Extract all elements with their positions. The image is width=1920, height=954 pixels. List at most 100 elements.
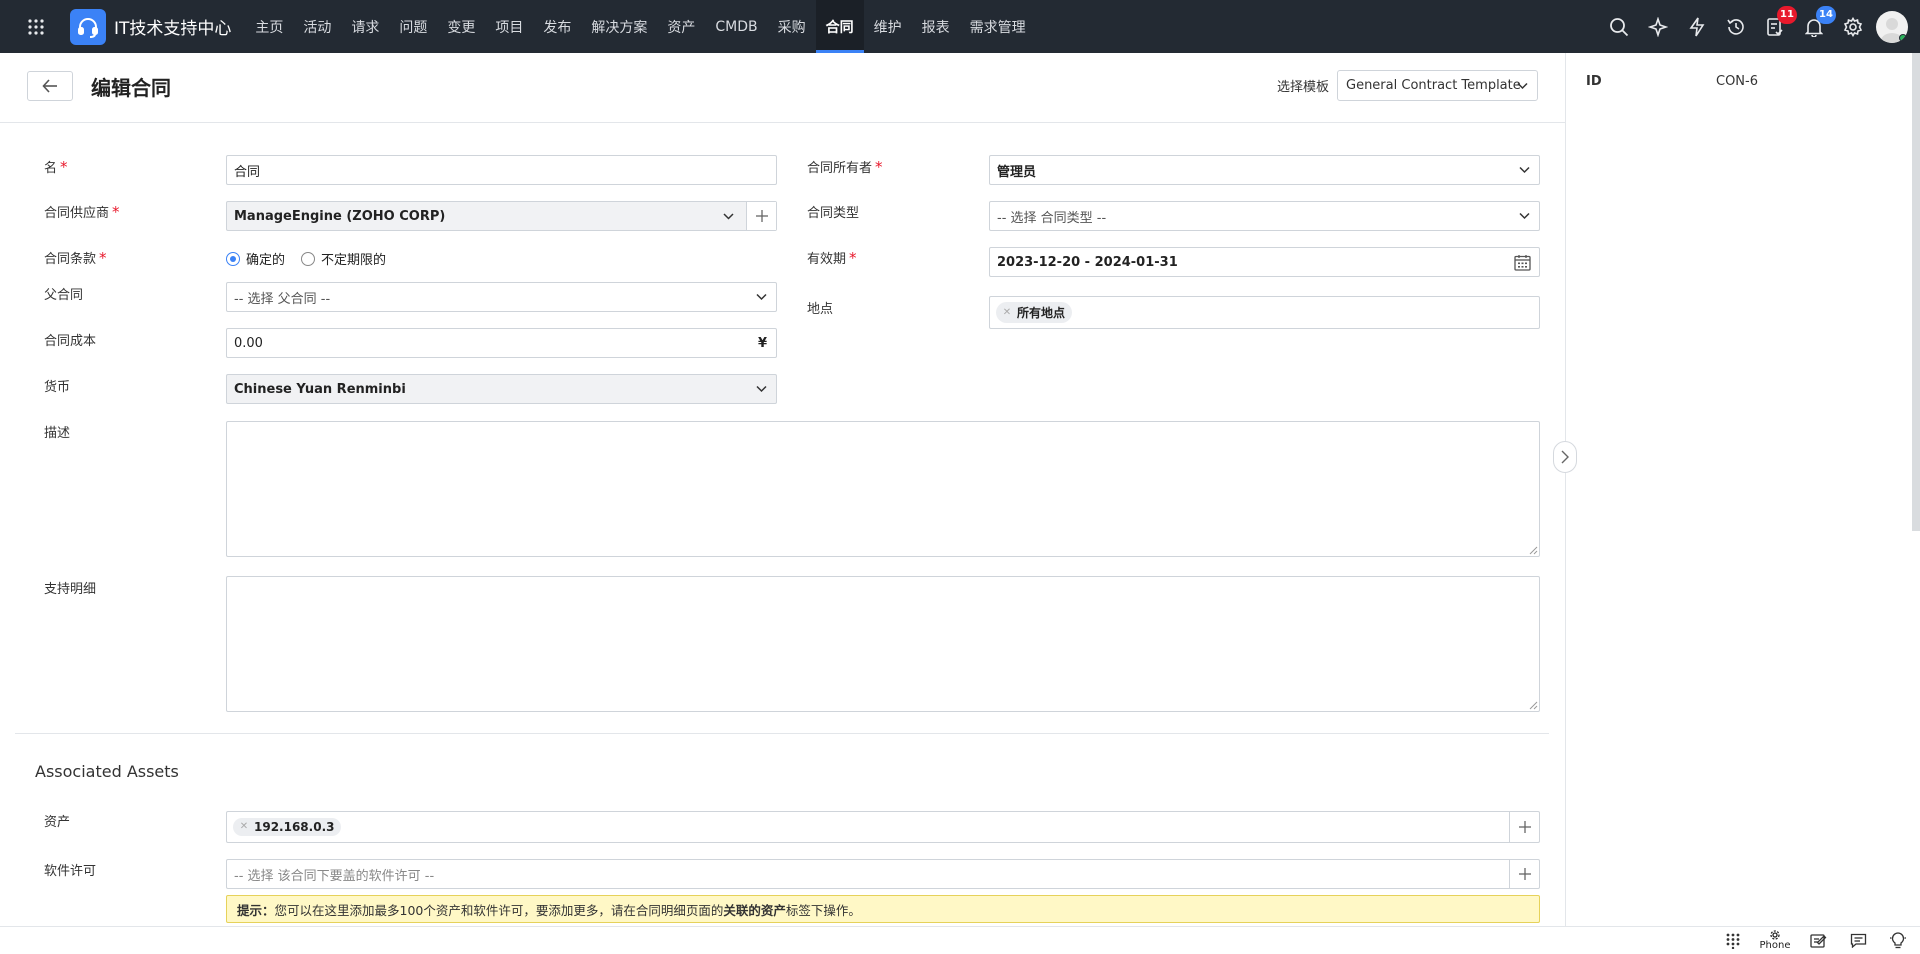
history-icon[interactable]: [1716, 0, 1755, 53]
site-chip: ✕ 所有地点: [996, 302, 1073, 323]
site-label: 地点: [807, 302, 834, 317]
top-navigation-bar: IT技术支持中心 主页 活动 请求 问题 变更 项目 发布 解决方案 资产 CM…: [0, 0, 1920, 53]
nav-tab-problems[interactable]: 问题: [389, 0, 437, 53]
apps-grid-icon[interactable]: [18, 0, 54, 53]
asset-chip: ✕ 192.168.0.3: [233, 818, 342, 836]
avatar[interactable]: [1876, 10, 1908, 43]
section-divider: [15, 733, 1549, 734]
plus-icon: [755, 210, 768, 222]
id-label: ID: [1586, 74, 1602, 89]
vendor-label: 合同供应商 *: [44, 203, 120, 221]
phone-label: Phone: [1759, 940, 1791, 951]
description-textarea[interactable]: [226, 421, 1540, 557]
phone-button[interactable]: Phone: [1753, 927, 1797, 954]
chevron-down-icon: [723, 213, 734, 220]
nav-tab-purchase[interactable]: 采购: [768, 0, 816, 53]
chevron-down-icon: [756, 385, 767, 393]
owner-select[interactable]: 管理员: [989, 155, 1540, 185]
main-nav: 主页 活动 请求 问题 变更 项目 发布 解决方案 资产 CMDB 采购 合同 …: [245, 0, 1035, 53]
parent-contract-label: 父合同: [44, 288, 84, 303]
toggle-side-panel-button[interactable]: [1553, 441, 1577, 473]
gear-icon[interactable]: [1833, 0, 1872, 53]
parent-contract-select[interactable]: -- 选择 父合同 --: [226, 282, 777, 312]
bottom-toolbar: Phone: [0, 926, 1920, 953]
remove-chip-icon[interactable]: ✕: [238, 821, 250, 833]
bell-icon[interactable]: 14: [1794, 0, 1836, 53]
remove-chip-icon[interactable]: ✕: [1001, 307, 1013, 319]
name-label: 名 *: [44, 158, 68, 176]
currency-symbol: ¥: [757, 335, 767, 351]
asset-label: 资产: [44, 815, 71, 830]
chat-icon[interactable]: [1845, 927, 1871, 954]
contract-type-select[interactable]: -- 选择 合同类型 --: [989, 201, 1540, 231]
ai-sparkle-icon[interactable]: [1638, 0, 1677, 53]
name-field[interactable]: 合同: [226, 155, 777, 185]
lightbulb-icon[interactable]: [1885, 927, 1911, 954]
id-value: CON-6: [1716, 74, 1758, 89]
helpdesk-logo-icon[interactable]: [70, 8, 106, 45]
hint-banner: 提示： 您可以在这里添加最多100个资产和软件许可，要添加更多，请在合同明细页面的…: [226, 895, 1540, 923]
vendor-select[interactable]: ManageEngine (ZOHO CORP): [226, 201, 777, 231]
cost-field[interactable]: 0.00 ¥: [226, 328, 777, 358]
lightning-icon[interactable]: [1677, 0, 1716, 53]
template-select-value: General Contract Template: [1346, 78, 1521, 93]
site-multiselect[interactable]: ✕ 所有地点: [989, 296, 1540, 329]
terms-radio-group: 确定的 不定期限的: [226, 249, 402, 268]
scrollbar[interactable]: [1912, 53, 1920, 531]
asset-multiselect[interactable]: ✕ 192.168.0.3: [226, 811, 1540, 843]
terms-fixed-radio[interactable]: 确定的: [226, 249, 285, 268]
cost-label: 合同成本: [44, 334, 97, 349]
template-label: 选择模板: [1277, 80, 1330, 95]
add-license-button[interactable]: [1509, 860, 1539, 888]
support-details-textarea[interactable]: [226, 576, 1540, 712]
plus-icon: [1518, 868, 1531, 880]
resize-grip-icon: [1529, 546, 1538, 555]
search-icon[interactable]: [1599, 0, 1638, 53]
nav-tab-requests[interactable]: 请求: [341, 0, 389, 53]
chevron-down-icon: [1517, 82, 1528, 89]
chevron-down-icon: [756, 293, 767, 301]
chevron-right-icon: [1561, 450, 1569, 464]
nav-tab-reports[interactable]: 报表: [912, 0, 960, 53]
nav-tab-assets[interactable]: 资产: [657, 0, 705, 53]
tasks-icon[interactable]: 11: [1755, 0, 1797, 53]
page-title: 编辑合同: [91, 76, 171, 100]
note-icon[interactable]: [1805, 927, 1831, 954]
nav-tab-activities[interactable]: 活动: [293, 0, 341, 53]
arrow-left-icon: [42, 79, 57, 93]
calendar-icon: [1514, 255, 1531, 271]
app-title[interactable]: IT技术支持中心: [114, 14, 231, 39]
validity-period-label: 有效期 *: [807, 249, 857, 267]
add-asset-button[interactable]: [1509, 812, 1539, 842]
software-license-label: 软件许可: [44, 864, 97, 879]
nav-tab-home[interactable]: 主页: [245, 0, 293, 53]
currency-select[interactable]: Chinese Yuan Renminbi: [226, 374, 777, 404]
software-license-select[interactable]: -- 选择 该合同下要盖的软件许可 --: [226, 859, 1540, 889]
plus-icon: [1518, 821, 1531, 833]
nav-tab-cmdb[interactable]: CMDB: [705, 0, 767, 53]
online-status-dot: [1899, 33, 1907, 42]
nav-tab-contracts[interactable]: 合同: [815, 0, 864, 53]
nav-tab-changes[interactable]: 变更: [437, 0, 485, 53]
dialpad-icon[interactable]: [1720, 927, 1746, 954]
nav-tab-solutions[interactable]: 解决方案: [581, 0, 657, 53]
nav-tab-maintenance[interactable]: 维护: [864, 0, 912, 53]
support-details-label: 支持明细: [44, 582, 97, 597]
currency-label: 货币: [44, 380, 71, 395]
page-header: 编辑合同 选择模板 General Contract Template: [0, 53, 1565, 123]
template-select[interactable]: General Contract Template: [1337, 70, 1538, 101]
resize-grip-icon: [1529, 701, 1538, 710]
nav-tab-demand[interactable]: 需求管理: [960, 0, 1036, 53]
terms-indefinite-radio[interactable]: 不定期限的: [301, 249, 386, 268]
nav-tab-projects[interactable]: 项目: [485, 0, 533, 53]
edit-contract-form-panel: 编辑合同 选择模板 General Contract Template 名 * 合…: [0, 53, 1565, 926]
associated-assets-title: Associated Assets: [35, 762, 179, 781]
owner-label: 合同所有者 *: [807, 158, 883, 176]
back-button[interactable]: [27, 71, 73, 101]
nav-tab-releases[interactable]: 发布: [533, 0, 581, 53]
validity-period-field[interactable]: 2023-12-20 - 2024-01-31: [989, 247, 1540, 277]
chevron-down-icon: [1519, 166, 1530, 174]
contract-type-label: 合同类型: [807, 206, 860, 221]
gear-icon: [1770, 930, 1780, 940]
add-vendor-button[interactable]: [746, 202, 776, 230]
